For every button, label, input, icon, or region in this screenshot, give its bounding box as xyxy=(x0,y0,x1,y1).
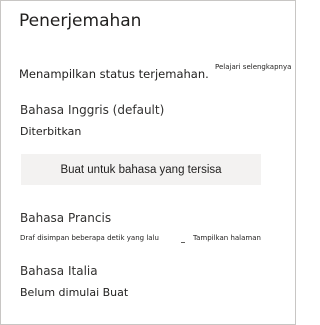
language-name-italian: Bahasa Italia xyxy=(20,264,98,278)
translation-panel: Penerjemahan Menampilkan status terjemah… xyxy=(0,0,296,325)
panel-title: Penerjemahan xyxy=(19,11,142,31)
language-name-french: Bahasa Prancis xyxy=(20,211,112,225)
learn-more-link[interactable]: Pelajari selengkapnya xyxy=(215,63,291,71)
language-status-english: Diterbitkan xyxy=(20,125,82,138)
panel-description: Menampilkan status terjemahan. xyxy=(19,67,209,81)
separator xyxy=(181,242,185,243)
language-name-english: Bahasa Inggris (default) xyxy=(20,103,165,117)
language-status-french: Draf disimpan beberapa detik yang lalu xyxy=(20,234,159,242)
view-page-link[interactable]: Tampilkan halaman xyxy=(193,234,261,242)
create-remaining-languages-button[interactable]: Buat untuk bahasa yang tersisa xyxy=(21,154,261,185)
language-status-italian[interactable]: Belum dimulai Buat xyxy=(20,286,128,299)
